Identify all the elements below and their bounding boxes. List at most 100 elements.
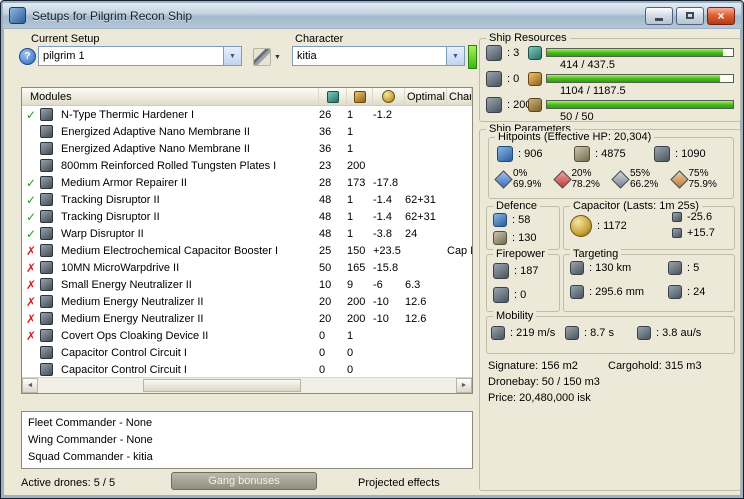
commander-item[interactable]: Fleet Commander - None	[22, 415, 472, 432]
module-icon-cell	[40, 244, 61, 257]
module-row[interactable]: Covert Ops Cloaking Device II 0 1	[22, 327, 472, 344]
commanders-list[interactable]: Fleet Commander - None Wing Commander - …	[21, 411, 473, 469]
firepower-group: Firepower : 187 : 0	[486, 248, 560, 312]
gang-bonuses-button[interactable]: Gang bonuses	[171, 472, 317, 490]
commander-item[interactable]: Wing Commander - None	[22, 432, 472, 449]
module-row[interactable]: Capacitor Control Circuit I 0 0	[22, 361, 472, 377]
module-row[interactable]: N-Type Thermic Hardener I 26 1 -1.2	[22, 106, 472, 123]
resists-row: 0% 69.9% 20% 78.2% 55% 66.2% 75% 75.9%	[494, 168, 730, 190]
module-row[interactable]: 10MN MicroWarpdrive II 50 165 -15.8	[22, 259, 472, 276]
modules-list: N-Type Thermic Hardener I 26 1 -1.2 Ener…	[22, 106, 472, 377]
minimize-icon	[655, 17, 663, 21]
module-row[interactable]: Capacitor Control Circuit I 0 0	[22, 344, 472, 361]
title-bar[interactable]: Setups for Pilgrim Recon Ship ×	[3, 3, 741, 28]
rig-slot-icon	[528, 98, 542, 112]
resist-cluster: 75% 75.9%	[669, 168, 730, 190]
module-cpu-value: 26	[319, 108, 332, 121]
module-row[interactable]: Energized Adaptive Nano Membrane II 36 1	[22, 140, 472, 157]
client-area: Current Setup ? pilgrim 1 ▼ ▼ Character …	[4, 29, 741, 495]
module-icon-cell	[40, 176, 61, 189]
module-name: Warp Disruptor II	[61, 227, 144, 240]
max-targets-icon	[668, 261, 682, 275]
module-capacitor-value: -1.2	[373, 108, 392, 121]
minimize-button[interactable]	[645, 6, 673, 25]
turret-hardpoint-icon	[486, 45, 502, 61]
character-combobox[interactable]: kitia ▼	[292, 46, 465, 66]
module-status-cell	[22, 261, 40, 275]
module-status-cell	[22, 210, 40, 224]
firepower-volley-value: : 187	[514, 265, 539, 277]
module-status-icon	[24, 261, 38, 275]
module-cpu-value: 25	[319, 244, 332, 257]
commander-item[interactable]: Squad Commander - kitia	[22, 449, 472, 466]
module-name: Medium Energy Neutralizer II	[61, 312, 204, 325]
module-row[interactable]: Tracking Disruptor II 48 1 -1.4 62+31	[22, 191, 472, 208]
drone-damage-icon	[493, 287, 509, 303]
module-row[interactable]: Medium Energy Neutralizer II 20 200 -10 …	[22, 293, 472, 310]
module-row[interactable]: Medium Electrochemical Capacitor Booster…	[22, 242, 472, 259]
scan-resolution-icon	[570, 285, 584, 299]
resist-cluster: 55% 66.2%	[611, 168, 671, 190]
module-icon	[40, 227, 53, 240]
sensor-strength-value: : 24	[687, 286, 706, 298]
scrollbar-track[interactable]	[38, 378, 456, 393]
module-row[interactable]: Warp Disruptor II 48 1 -3.8 24	[22, 225, 472, 242]
module-row[interactable]: Medium Armor Repairer II 28 173 -17.8	[22, 174, 472, 191]
module-icon-cell	[40, 329, 61, 342]
hitpoints-title: Hitpoints (Effective HP: 20,304)	[495, 131, 655, 143]
chevron-down-icon[interactable]: ▼	[223, 47, 241, 65]
launcher-hardpoints: : 0	[486, 71, 519, 87]
module-row[interactable]: Small Energy Neutralizer II 10 9 -6 6.3	[22, 276, 472, 293]
module-capacitor-value: +23.5	[373, 244, 401, 257]
capacitor-amount: : 1172	[570, 215, 627, 237]
capacitor-peak-value: +15.7	[687, 227, 715, 239]
module-row[interactable]: 800mm Reinforced Rolled Tungsten Plates …	[22, 157, 472, 174]
targeting-range-value: : 130 km	[589, 262, 632, 274]
help-icon[interactable]: ?	[19, 48, 36, 65]
module-status-cell	[22, 108, 40, 122]
module-name: Medium Armor Repairer II	[61, 176, 187, 189]
warp-speed-value: : 3.8 au/s	[656, 327, 702, 339]
module-name: 800mm Reinforced Rolled Tungsten Plates …	[61, 159, 277, 172]
maximize-button[interactable]	[676, 6, 704, 25]
module-charge-value: Cap B	[447, 244, 472, 257]
module-name: Medium Energy Neutralizer II	[61, 295, 204, 308]
module-row[interactable]: Energized Adaptive Nano Membrane II 36 1	[22, 123, 472, 140]
module-status-cell	[22, 227, 40, 241]
scrollbar-thumb[interactable]	[142, 379, 302, 392]
module-icon-cell	[40, 227, 61, 240]
horizontal-scrollbar[interactable]: ◄ ►	[22, 377, 472, 393]
module-capacitor-value: -17.8	[373, 176, 399, 189]
module-status-icon	[24, 108, 38, 122]
calibration-icon	[486, 97, 502, 113]
module-powergrid-value: 200	[347, 312, 366, 325]
character-label: Character	[295, 33, 344, 45]
hull-hp-value: : 1090	[675, 148, 706, 160]
cpu-icon	[528, 46, 542, 60]
module-icon-cell	[40, 193, 61, 206]
module-optimal-value: 62+31	[405, 210, 436, 223]
chevron-down-icon[interactable]: ▼	[446, 47, 464, 65]
tools-chevron-down-icon: ▼	[274, 53, 281, 61]
module-status-cell	[22, 193, 40, 207]
armor-hp-value: : 4875	[595, 148, 626, 160]
module-optimal-value: 12.6	[405, 312, 427, 325]
resist-values: 55% 66.2%	[630, 168, 658, 190]
column-powergrid[interactable]	[347, 88, 373, 105]
close-button[interactable]: ×	[707, 6, 735, 25]
module-row[interactable]: Medium Energy Neutralizer II 20 200 -10 …	[22, 310, 472, 327]
column-modules[interactable]: Modules	[22, 88, 319, 105]
column-cpu[interactable]	[319, 88, 347, 105]
projected-effects-tab[interactable]: Projected effects	[358, 477, 440, 489]
close-icon: ×	[717, 8, 725, 23]
scroll-right-icon[interactable]: ►	[456, 378, 472, 393]
setup-tools-button[interactable]: ▼	[247, 46, 287, 68]
current-setup-combobox[interactable]: pilgrim 1 ▼	[38, 46, 242, 66]
column-capacitor[interactable]	[373, 88, 405, 105]
module-row[interactable]: Tracking Disruptor II 48 1 -1.4 62+31	[22, 208, 472, 225]
calibration: : 200	[486, 97, 531, 113]
column-optimal[interactable]: Optimal	[405, 88, 447, 105]
targeting-title: Targeting	[570, 248, 622, 260]
scroll-left-icon[interactable]: ◄	[22, 378, 38, 393]
column-charge[interactable]: Char	[447, 88, 472, 105]
